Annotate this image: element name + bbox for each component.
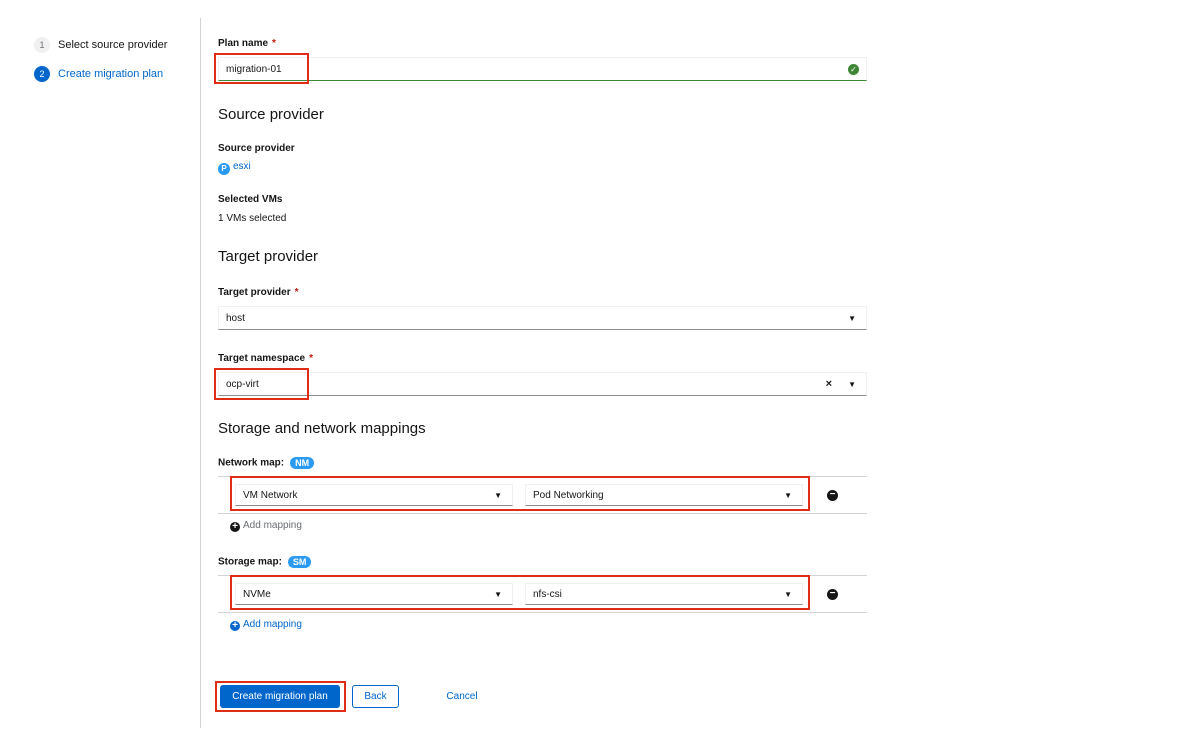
target-namespace-label-text: Target namespace	[218, 353, 306, 364]
source-provider-label: Source provider	[218, 143, 295, 154]
step-number-2: 2	[34, 66, 50, 82]
storage-add-mapping-label: Add mapping	[243, 619, 302, 630]
chevron-down-icon: ▼	[494, 590, 502, 599]
storage-add-mapping[interactable]: + Add mapping	[230, 619, 302, 631]
network-map-bottom-border	[218, 513, 867, 514]
target-provider-label: Target provider *	[218, 287, 299, 298]
target-provider-select[interactable]: host ▼	[218, 306, 867, 330]
target-namespace-select[interactable]: ocp-virt × ▼	[218, 372, 867, 396]
network-target-select[interactable]: Pod Networking ▼	[525, 484, 803, 506]
step-number-1: 1	[34, 37, 50, 53]
network-map-label: Network map: NM	[218, 457, 315, 469]
chevron-down-icon: ▼	[494, 491, 502, 500]
selected-vms-value: 1 VMs selected	[218, 213, 287, 224]
required-mark: *	[294, 287, 299, 298]
step-create-migration-plan[interactable]: 2 Create migration plan	[34, 65, 167, 83]
provider-icon: P	[218, 163, 230, 175]
chevron-down-icon: ▼	[784, 491, 792, 500]
create-migration-plan-button[interactable]: Create migration plan	[220, 685, 340, 708]
required-mark: *	[272, 38, 276, 49]
check-circle-icon: ✓	[848, 64, 859, 75]
cancel-button[interactable]: Cancel	[440, 685, 484, 708]
plan-name-value: migration-01	[226, 64, 282, 75]
clear-icon[interactable]: ×	[826, 378, 832, 390]
storage-map-top-border	[218, 575, 867, 576]
network-source-select[interactable]: VM Network ▼	[235, 484, 513, 506]
storage-map-label: Storage map: SM	[218, 556, 312, 568]
storage-source-select[interactable]: NVMe ▼	[235, 583, 513, 605]
source-provider-link[interactable]: esxi	[233, 161, 251, 172]
target-namespace-label: Target namespace *	[218, 353, 313, 364]
network-map-badge: NM	[290, 457, 315, 469]
plan-name-label-text: Plan name	[218, 38, 269, 49]
network-target-value: Pod Networking	[533, 490, 604, 501]
chevron-down-icon: ▼	[848, 314, 856, 323]
wizard-divider	[200, 18, 201, 728]
source-provider-heading: Source provider	[218, 106, 324, 123]
wizard-steps: 1 Select source provider 2 Create migrat…	[34, 36, 167, 94]
plus-circle-icon: +	[230, 621, 240, 631]
mappings-heading: Storage and network mappings	[218, 420, 426, 437]
back-button[interactable]: Back	[352, 685, 399, 708]
remove-storage-mapping-icon[interactable]: −	[827, 589, 838, 600]
source-provider-value: Pesxi	[218, 161, 251, 175]
target-provider-heading: Target provider	[218, 248, 319, 265]
network-map-label-text: Network map:	[218, 457, 285, 469]
storage-map-bottom-border	[218, 612, 867, 613]
target-namespace-value: ocp-virt	[226, 379, 259, 390]
network-map-top-border	[218, 476, 867, 477]
storage-source-value: NVMe	[243, 589, 271, 600]
plan-name-label: Plan name *	[218, 38, 276, 49]
step-label-2: Create migration plan	[58, 68, 164, 80]
network-add-mapping[interactable]: + Add mapping	[230, 520, 302, 532]
chevron-down-icon[interactable]: ▼	[848, 380, 856, 389]
step-select-source-provider[interactable]: 1 Select source provider	[34, 36, 167, 54]
step-label-1: Select source provider	[58, 39, 168, 51]
storage-map-label-text: Storage map:	[218, 556, 282, 568]
remove-network-mapping-icon[interactable]: −	[827, 490, 838, 501]
chevron-down-icon: ▼	[784, 590, 792, 599]
plan-name-input[interactable]: migration-01 ✓	[218, 57, 867, 81]
plus-circle-icon: +	[230, 522, 240, 532]
storage-target-select[interactable]: nfs-csi ▼	[525, 583, 803, 605]
selected-vms-label: Selected VMs	[218, 194, 283, 205]
storage-target-value: nfs-csi	[533, 589, 562, 600]
target-provider-value: host	[226, 313, 245, 324]
network-add-mapping-label: Add mapping	[243, 520, 302, 531]
required-mark: *	[309, 353, 313, 364]
target-provider-label-text: Target provider	[218, 287, 291, 298]
storage-map-badge: SM	[287, 556, 312, 568]
network-source-value: VM Network	[243, 490, 298, 501]
